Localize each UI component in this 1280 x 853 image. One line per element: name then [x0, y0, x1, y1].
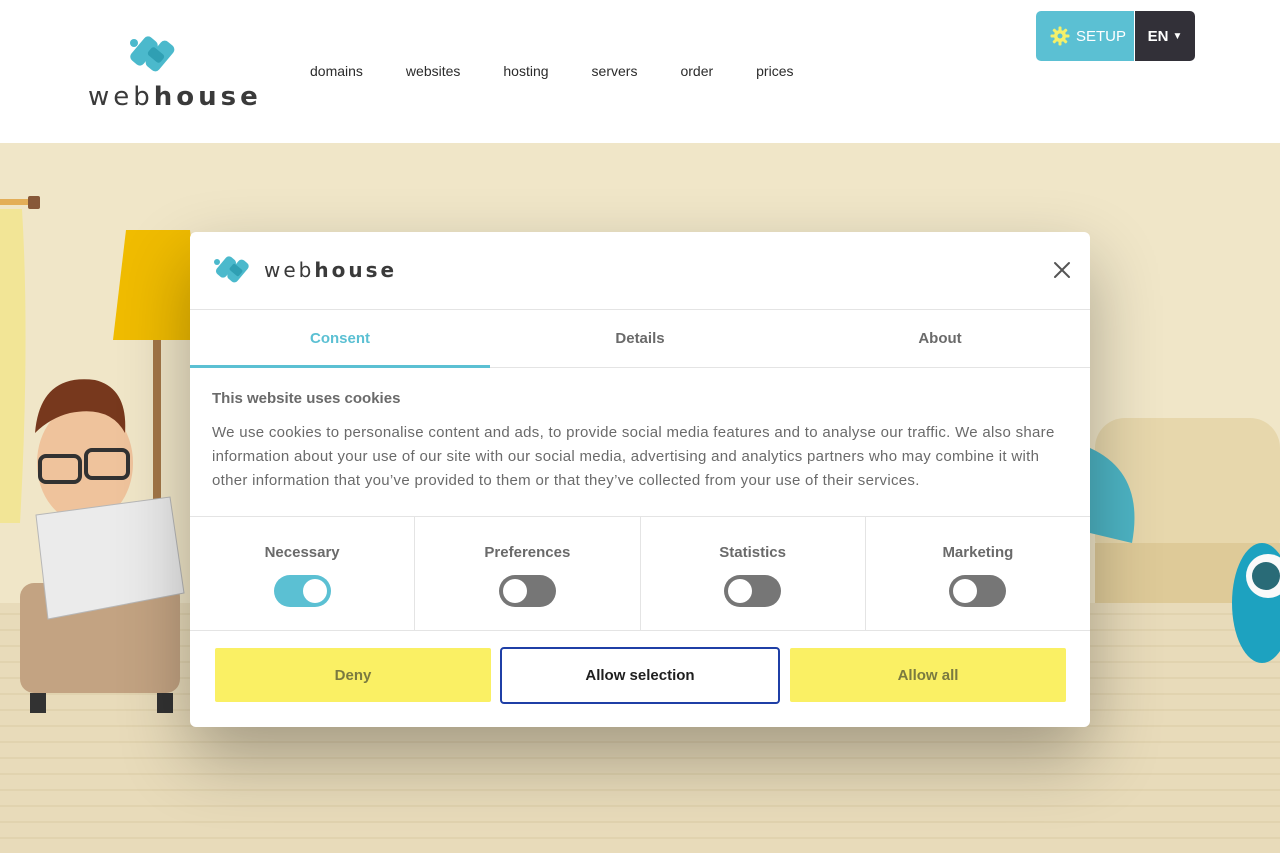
nav-item-order[interactable]: order: [680, 63, 713, 79]
language-selector[interactable]: EN ▼: [1135, 11, 1195, 61]
toggle-label-necessary: Necessary: [264, 544, 340, 561]
nav-item-domains[interactable]: domains: [310, 63, 363, 79]
toggle-necessary[interactable]: [273, 575, 331, 607]
toggle-label-statistics: Statistics: [719, 544, 786, 561]
logo-mark-icon: [214, 256, 249, 283]
toggle-label-preferences: Preferences: [484, 544, 571, 561]
toggle-cell-preferences: Preferences: [415, 517, 641, 630]
toggle-cell-necessary: Necessary: [190, 517, 416, 630]
logo-text: webhouse: [88, 82, 262, 112]
cookie-consent-dialog: webhouse Consent Details About This webs…: [190, 232, 1090, 727]
dialog-actions: Deny Allow selection Allow all: [190, 647, 1090, 704]
toggle-statistics[interactable]: [724, 575, 782, 607]
consent-content: This website uses cookies We use cookies…: [212, 390, 1072, 493]
setup-button[interactable]: SETUP: [1036, 11, 1134, 61]
allow-selection-button[interactable]: Allow selection: [500, 647, 780, 704]
nav-item-hosting[interactable]: hosting: [503, 63, 548, 79]
dialog-logo-text: webhouse: [264, 258, 398, 282]
site-logo[interactable]: webhouse: [86, 36, 258, 116]
main-nav: domains websites hosting servers order p…: [310, 63, 837, 79]
consent-heading: This website uses cookies: [212, 390, 401, 407]
toggle-marketing[interactable]: [949, 575, 1007, 607]
nav-item-servers[interactable]: servers: [592, 63, 638, 79]
logo-mark-icon: [130, 36, 175, 72]
deny-button[interactable]: Deny: [215, 648, 491, 702]
dialog-logo: webhouse: [214, 256, 397, 284]
setup-label: SETUP: [1076, 27, 1127, 45]
toggle-label-marketing: Marketing: [942, 544, 1014, 561]
chevron-down-icon: ▼: [1172, 30, 1183, 42]
allow-all-button[interactable]: Allow all: [790, 648, 1066, 702]
dialog-tabs: Consent Details About: [190, 309, 1090, 368]
tab-details[interactable]: Details: [490, 310, 790, 367]
close-icon[interactable]: [1052, 260, 1072, 280]
toggle-cell-statistics: Statistics: [641, 517, 866, 630]
site-header: webhouse domains websites hosting server…: [0, 0, 1280, 143]
tab-consent[interactable]: Consent: [190, 310, 490, 368]
gear-icon: [1050, 26, 1070, 46]
language-label: EN: [1147, 27, 1169, 45]
toggle-preferences[interactable]: [498, 575, 556, 607]
cookie-category-toggles: Necessary Preferences Statistics Marketi…: [190, 516, 1090, 631]
nav-item-prices[interactable]: prices: [756, 63, 793, 79]
toggle-cell-marketing: Marketing: [866, 517, 1090, 630]
tab-about[interactable]: About: [790, 310, 1090, 367]
nav-item-websites[interactable]: websites: [406, 63, 460, 79]
consent-body: We use cookies to personalise content an…: [212, 424, 1055, 489]
